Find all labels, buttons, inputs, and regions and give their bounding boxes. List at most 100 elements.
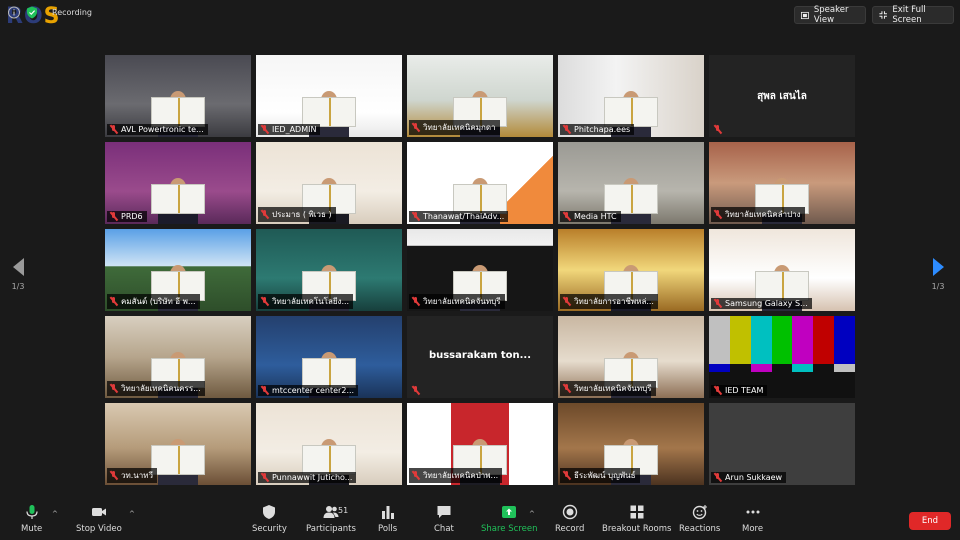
- participant-name-tag: วิทยาลัยการอาชีพหล่...: [560, 294, 658, 309]
- signed-document: [151, 184, 205, 214]
- participant-name-tag: ประมาธ ( พิเวธ ): [258, 207, 336, 222]
- participant-name-tag: วิทยาลัยเทคโนโลยีง...: [258, 294, 354, 309]
- stop-video-button[interactable]: Stop Video: [76, 504, 122, 534]
- video-tile[interactable]: mtccenter center2...: [256, 316, 402, 398]
- signed-document: [302, 445, 356, 475]
- video-options-caret-icon[interactable]: ^: [129, 510, 135, 518]
- video-tile[interactable]: AVL Powertronic te...: [105, 55, 251, 137]
- video-tile[interactable]: Arun Sukkaew: [709, 403, 855, 485]
- mute-button[interactable]: Mute: [21, 504, 42, 534]
- participants-button[interactable]: Participants: [306, 504, 356, 534]
- security-label: Security: [252, 524, 287, 534]
- shield-icon[interactable]: [26, 6, 38, 19]
- participant-name-tag: ธีระพัฒน์ บุญพันธ์: [560, 468, 640, 483]
- muted-microphone-icon: [411, 471, 420, 480]
- video-tile[interactable]: Punnawwit Juticho...: [256, 403, 402, 485]
- muted-microphone-icon: [562, 384, 571, 393]
- participant-name: AVL Powertronic te...: [121, 125, 204, 134]
- video-tile[interactable]: คมสันต์ (บริษัท อี พ...: [105, 229, 251, 311]
- muted-microphone-icon: [260, 473, 269, 482]
- video-tile[interactable]: วิทยาลัยเทคนิคมุกดา: [407, 55, 553, 137]
- exit-full-screen-button[interactable]: Exit Full Screen: [872, 5, 954, 25]
- video-tile[interactable]: วิทยาลัยเทคนิคป่าพ...: [407, 403, 553, 485]
- record-icon: [562, 504, 577, 520]
- participant-name: ธีระพัฒน์ บุญพันธ์: [574, 471, 636, 480]
- video-tile[interactable]: สุพล เสนไล: [709, 55, 855, 137]
- participant-name-tag: Phitchapa.ees: [560, 124, 635, 135]
- breakout-rooms-icon: [630, 505, 644, 519]
- video-tile[interactable]: วิทยาลัยเทคนิคลำปาง: [709, 142, 855, 224]
- video-tile[interactable]: bussarakam ton...: [407, 316, 553, 398]
- video-tile[interactable]: วท.นาทวี: [105, 403, 251, 485]
- reactions-button[interactable]: Reactions: [679, 504, 720, 534]
- gallery-grid: AVL Powertronic te... IED_ADMIN วิทยาลัยเท…: [105, 55, 855, 485]
- share-options-caret-icon[interactable]: ^: [529, 510, 535, 518]
- breakout-rooms-button[interactable]: Breakout Rooms: [602, 504, 671, 534]
- muted-microphone-icon: [109, 297, 118, 306]
- page-indicator-right: 1/3: [931, 282, 945, 291]
- share-screen-icon: [502, 506, 517, 518]
- speaker-view-button[interactable]: Speaker View: [794, 5, 866, 25]
- participant-name-tag: Arun Sukkaew: [711, 472, 787, 483]
- meeting-toolbar: Mute ^ Stop Video ^ Security Participant…: [0, 500, 960, 540]
- participant-name-tag: วิทยาลัยเทคนิคมุกดา: [409, 120, 500, 135]
- video-tile[interactable]: IED_ADMIN: [256, 55, 402, 137]
- participant-name-tag: วิทยาลัยเทคนิคจันทบุรี: [409, 294, 505, 309]
- video-tile[interactable]: IED TEAM: [709, 316, 855, 398]
- participant-name: Arun Sukkaew: [725, 473, 783, 482]
- muted-microphone-icon: [109, 384, 118, 393]
- security-button[interactable]: Security: [252, 504, 287, 534]
- signed-document: [755, 271, 809, 301]
- chat-label: Chat: [434, 524, 454, 534]
- share-screen-label: Share Screen: [481, 524, 538, 534]
- audio-options-caret-icon[interactable]: ^: [52, 510, 58, 518]
- speaker-view-label: Speaker View: [813, 5, 849, 25]
- participant-name: วิทยาลัยเทคนิคจันทบุรี: [574, 384, 652, 393]
- signed-document: [604, 184, 658, 214]
- exit-full-screen-icon: [879, 11, 887, 19]
- chat-button[interactable]: Chat: [434, 504, 454, 534]
- participant-name: PRD6: [121, 212, 143, 221]
- info-icon[interactable]: [8, 6, 20, 19]
- video-tile[interactable]: Phitchapa.ees: [558, 55, 704, 137]
- breakout-rooms-label: Breakout Rooms: [602, 524, 672, 534]
- mute-label: Mute: [21, 524, 43, 534]
- previous-page-button[interactable]: 1/3: [6, 258, 30, 291]
- video-tile[interactable]: วิทยาลัยเทคนิคนครร...: [105, 316, 251, 398]
- participant-name: IED_ADMIN: [272, 125, 317, 134]
- share-screen-button[interactable]: Share Screen: [481, 504, 537, 534]
- next-page-button[interactable]: 1/3: [926, 258, 950, 291]
- video-tile[interactable]: วิทยาลัยการอาชีพหล่...: [558, 229, 704, 311]
- video-tile[interactable]: PRD6: [105, 142, 251, 224]
- reactions-label: Reactions: [679, 524, 721, 534]
- participants-icon: [323, 506, 339, 518]
- muted-microphone-icon: [562, 471, 571, 480]
- signed-document: [151, 445, 205, 475]
- video-tile[interactable]: Thanawat/ThaiAdv...: [407, 142, 553, 224]
- participant-name-tag: วิทยาลัยเทคนิคจันทบุรี: [560, 381, 656, 396]
- end-meeting-button[interactable]: End: [909, 512, 951, 530]
- color-bars-strip: [709, 363, 855, 372]
- participant-name: วิทยาลัยการอาชีพหล่...: [574, 297, 654, 306]
- participant-name: Media HTC: [574, 212, 617, 221]
- participant-name-tag: วิทยาลัยเทคนิคป่าพ...: [409, 468, 503, 483]
- video-tile[interactable]: วิทยาลัยเทคโนโลยีง...: [256, 229, 402, 311]
- record-button[interactable]: Record: [555, 504, 584, 534]
- muted-microphone-icon: [260, 386, 269, 395]
- video-tile[interactable]: ประมาธ ( พิเวธ ): [256, 142, 402, 224]
- video-tile[interactable]: วิทยาลัยเทคนิคจันทบุรี: [407, 229, 553, 311]
- participant-name-tag: วิทยาลัยเทคนิคนครร...: [107, 381, 205, 396]
- video-tile[interactable]: Samsung Galaxy S...: [709, 229, 855, 311]
- signed-document: [302, 97, 356, 127]
- participants-count: 51: [338, 506, 349, 515]
- video-tile[interactable]: ธีระพัฒน์ บุญพันธ์: [558, 403, 704, 485]
- video-tile[interactable]: Media HTC: [558, 142, 704, 224]
- polls-button[interactable]: Polls: [378, 504, 397, 534]
- muted-microphone-icon: [109, 125, 118, 134]
- muted-microphone-icon: [411, 386, 420, 395]
- participant-name-tag: Media HTC: [560, 211, 621, 222]
- more-button[interactable]: More: [742, 504, 763, 534]
- participant-name: วิทยาลัยเทคนิคนครร...: [121, 384, 201, 393]
- speaker-view-icon: [801, 11, 809, 19]
- video-tile[interactable]: วิทยาลัยเทคนิคจันทบุรี: [558, 316, 704, 398]
